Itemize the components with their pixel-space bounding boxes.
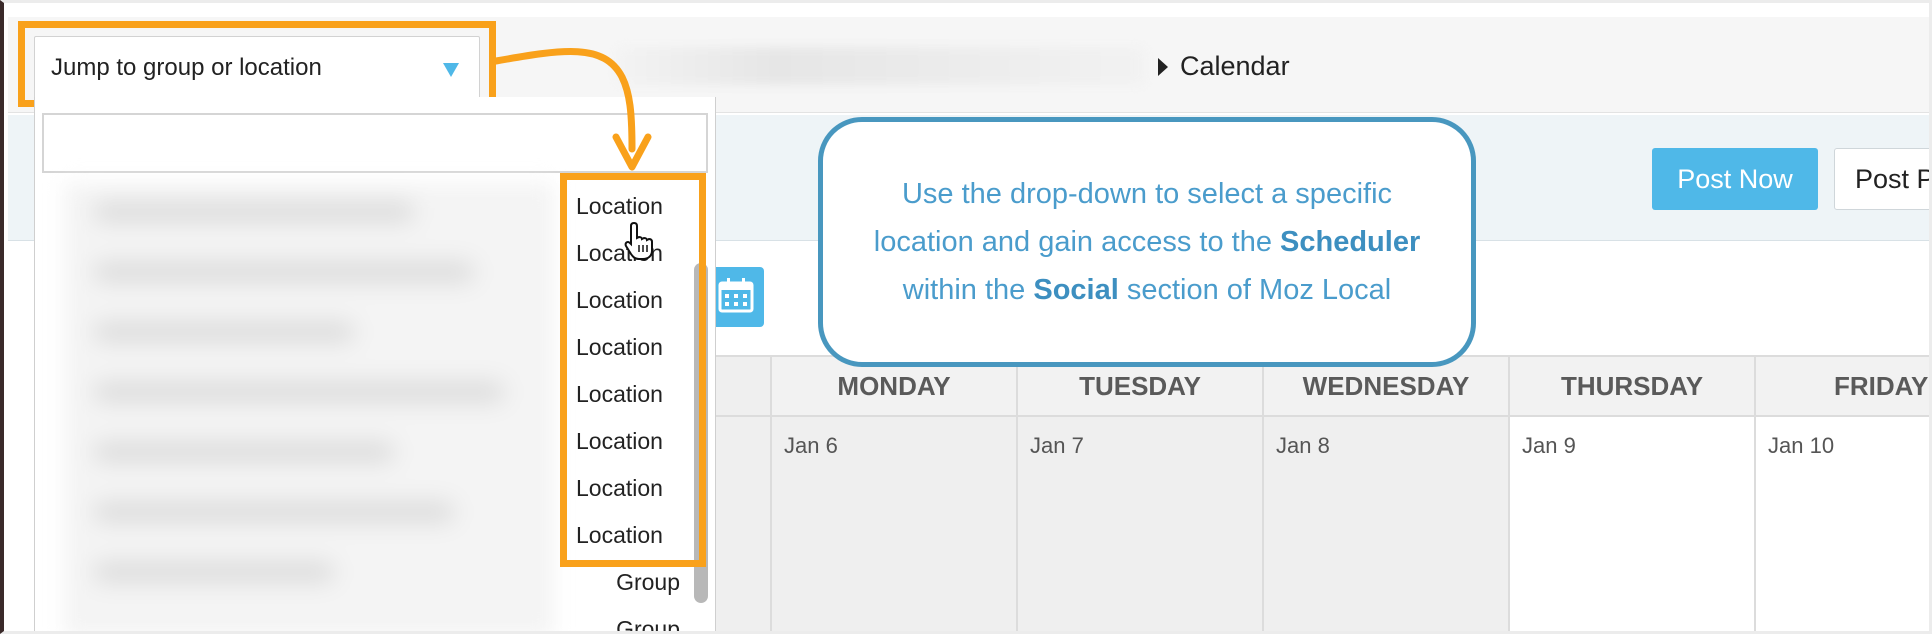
day-date: Jan 10 [1768,433,1835,458]
list-item-group[interactable]: Group [560,606,690,631]
breadcrumb[interactable]: Calendar [1158,51,1290,82]
calendar-grid: MONDAY Jan 6 TUESDAY Jan 7 WEDNESDAY Jan… [716,355,1929,631]
day-cell-wednesday[interactable]: Jan 8 [1264,417,1510,631]
day-date: Jan 7 [1030,433,1084,458]
day-date: Jan 6 [784,433,838,458]
callout-line-1: Use the drop-down to select a specific [901,178,1393,210]
day-date: Jan 8 [1276,433,1330,458]
caret-right-icon [1158,57,1168,76]
blurred-location-names [64,183,554,631]
calendar-icon [718,278,754,313]
instruction-callout: Use the drop-down to select a specific l… [818,117,1476,367]
calendar-view-button[interactable] [712,267,764,327]
day-cell-friday[interactable]: Jan 10 [1756,417,1929,631]
calendar-corner [716,355,772,417]
day-header-friday: FRIDAY [1756,355,1929,417]
annotation-arrow-icon [492,48,652,171]
callout-line-3: within the Social section of Moz Local [902,274,1392,306]
breadcrumb-calendar: Calendar [1180,51,1290,81]
day-header-thursday: THURSDAY [1510,355,1756,417]
day-cell-thursday[interactable]: Jan 9 [1510,417,1756,631]
calendar-cell-prev [716,417,772,631]
post-now-button[interactable]: Post Now [1652,148,1818,210]
day-date: Jan 9 [1522,433,1576,458]
callout-line-2: location and gain access to the Schedule… [873,226,1421,258]
day-cell-tuesday[interactable]: Jan 7 [1018,417,1264,631]
screenshot-frame: Jump to group or location Calendar Post … [0,0,1932,634]
post-later-button[interactable]: Post P [1834,148,1929,210]
hand-cursor-icon [624,221,653,260]
day-cell-monday[interactable]: Jan 6 [772,417,1018,631]
